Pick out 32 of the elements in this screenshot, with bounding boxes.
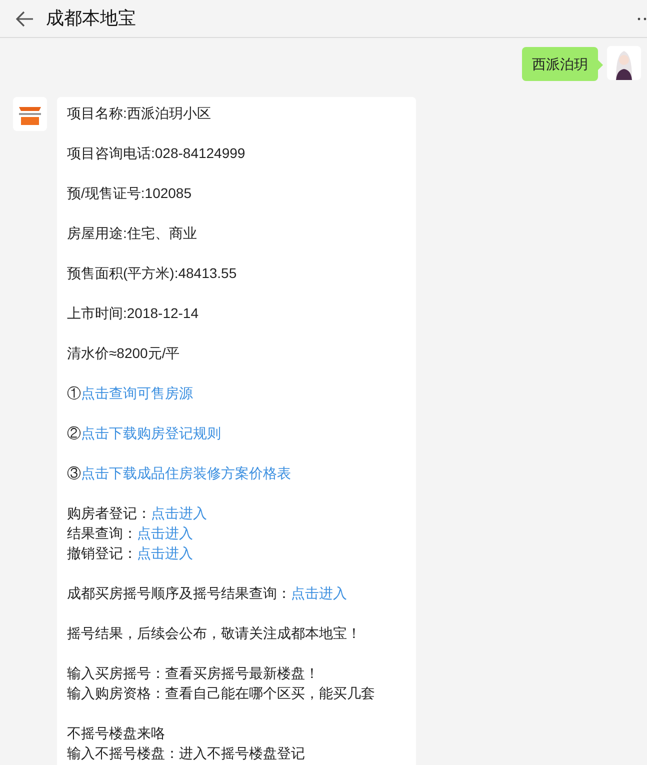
link[interactable]: 点击下载成品住房装修方案价格表 xyxy=(81,465,291,481)
message-line: 摇号结果，后续会公布，敬请关注成都本地宝！ xyxy=(67,624,362,643)
message-line: 预售面积(平方米):48413.55 xyxy=(67,264,238,283)
message-line: 预/现售证号:102085 xyxy=(67,184,192,203)
message-line: 房屋用途:住宅、商业 xyxy=(67,224,198,243)
message-line: 清水价≈8200元/平 xyxy=(67,344,181,363)
link[interactable]: 点击查询可售房源 xyxy=(81,385,193,401)
message-line: ①点击查询可售房源 xyxy=(67,384,194,403)
message-line: 购房者登记：点击进入 xyxy=(67,504,208,523)
message-line: 上市时间:2018-12-14 xyxy=(67,304,200,323)
link[interactable]: 点击进入 xyxy=(151,505,207,521)
logo-icon xyxy=(13,97,47,131)
message-line: ③点击下载成品住房装修方案价格表 xyxy=(67,464,292,483)
message-line: 项目咨询电话:028-84124999 xyxy=(67,144,246,163)
message-line: 项目名称:西派泊玥小区 xyxy=(67,104,212,123)
link[interactable]: 点击进入 xyxy=(137,525,193,541)
user-avatar xyxy=(607,46,641,80)
message-line: 撤销登记：点击进入 xyxy=(67,544,194,563)
link[interactable]: 点击下载购房登记规则 xyxy=(81,425,221,441)
window-title: 成都本地宝 xyxy=(46,7,136,30)
more-icon[interactable] xyxy=(637,16,647,20)
message-line: 结果查询：点击进入 xyxy=(67,524,194,543)
message-line: 输入不摇号楼盘：进入不摇号楼盘登记 xyxy=(67,744,306,763)
message-line: 输入购房资格：查看自己能在哪个区买，能买几套 xyxy=(67,684,376,703)
message-line: ②点击下载购房登记规则 xyxy=(67,424,222,443)
link[interactable]: 点击进入 xyxy=(291,585,347,601)
message-bubble: 西派泊玥 xyxy=(522,47,598,81)
message-line: 输入买房摇号：查看买房摇号最新楼盘！ xyxy=(67,664,320,683)
back-arrow-icon[interactable] xyxy=(16,10,34,26)
message-line: 成都买房摇号顺序及摇号结果查询：点击进入 xyxy=(67,584,348,603)
message-line: 不摇号楼盘来咯 xyxy=(67,724,166,743)
link[interactable]: 点击进入 xyxy=(137,545,193,561)
